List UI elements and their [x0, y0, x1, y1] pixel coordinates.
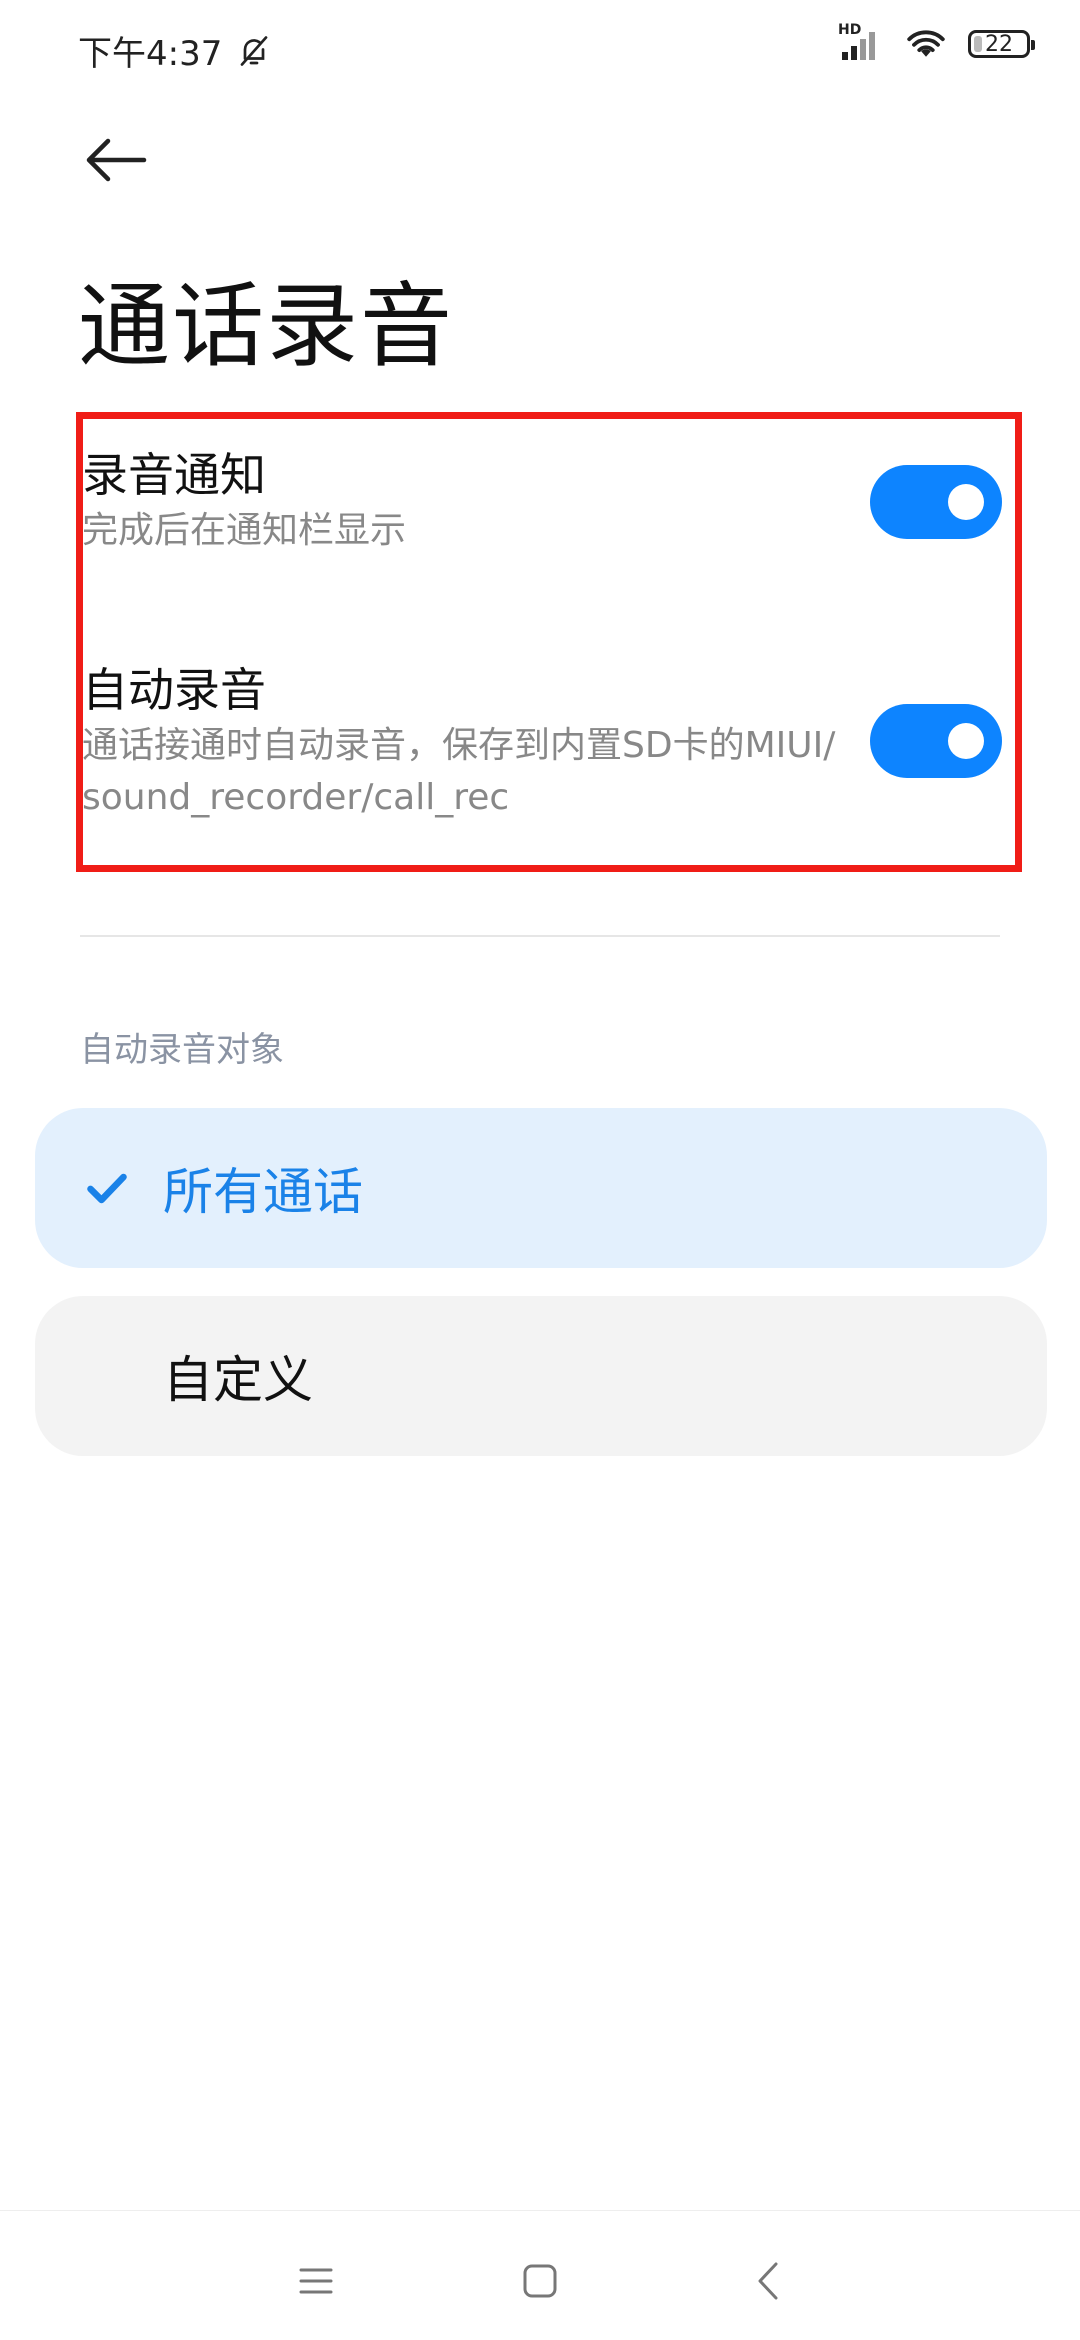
option-all-calls[interactable]: 所有通话: [35, 1108, 1047, 1268]
divider: [80, 935, 1000, 937]
wifi-icon: [906, 28, 946, 60]
section-label: 自动录音对象: [80, 1030, 284, 1070]
battery-fill: [974, 36, 982, 52]
nav-menu-button[interactable]: [286, 2251, 346, 2311]
auto-recording-toggle[interactable]: [870, 704, 1002, 778]
toggle-knob: [948, 484, 984, 520]
setting-row-auto-recording[interactable]: 自动录音 通话接通时自动录音，保存到内置SD卡的MIUI/sound_recor…: [82, 660, 1002, 830]
menu-icon: [299, 2268, 333, 2294]
status-indicators: HD 22: [838, 22, 1035, 62]
setting-title: 录音通知: [82, 448, 266, 502]
setting-description: 完成后在通知栏显示: [82, 510, 407, 551]
battery-level: 22: [985, 31, 1013, 57]
signal-icon: HD: [838, 22, 884, 62]
navigation-bar: [0, 2210, 1080, 2340]
option-label: 所有通话: [163, 1163, 363, 1221]
battery-icon: 22: [968, 30, 1035, 58]
toggle-knob: [948, 723, 984, 759]
option-custom[interactable]: 自定义: [35, 1296, 1047, 1456]
back-button[interactable]: [78, 122, 154, 198]
nav-home-button[interactable]: [510, 2251, 570, 2311]
setting-title: 自动录音: [82, 663, 266, 717]
page-title: 通话录音: [78, 273, 455, 380]
recording-notification-toggle[interactable]: [870, 465, 1002, 539]
option-label: 自定义: [163, 1351, 313, 1409]
network-type: HD: [838, 22, 862, 38]
arrow-left-icon: [86, 138, 147, 182]
setting-description: 通话接通时自动录音，保存到内置SD卡的MIUI/sound_recorder/c…: [82, 725, 836, 818]
chevron-left-icon: [758, 2262, 778, 2300]
setting-row-recording-notification[interactable]: 录音通知 完成后在通知栏显示: [82, 445, 1002, 575]
nav-back-button[interactable]: [738, 2251, 798, 2311]
home-icon: [523, 2264, 557, 2298]
status-bar: 下午4:37 HD 22: [0, 0, 1080, 100]
status-time-group: 下午4:37: [78, 26, 272, 75]
check-icon: [87, 1173, 127, 1204]
status-time: 下午4:37: [78, 34, 223, 74]
bell-off-icon: [236, 33, 272, 69]
call-recording-settings-page: 下午4:37 HD 22 通话录音 录音通知 完成后在通知栏显示 自动录音 通话…: [0, 0, 1080, 2340]
